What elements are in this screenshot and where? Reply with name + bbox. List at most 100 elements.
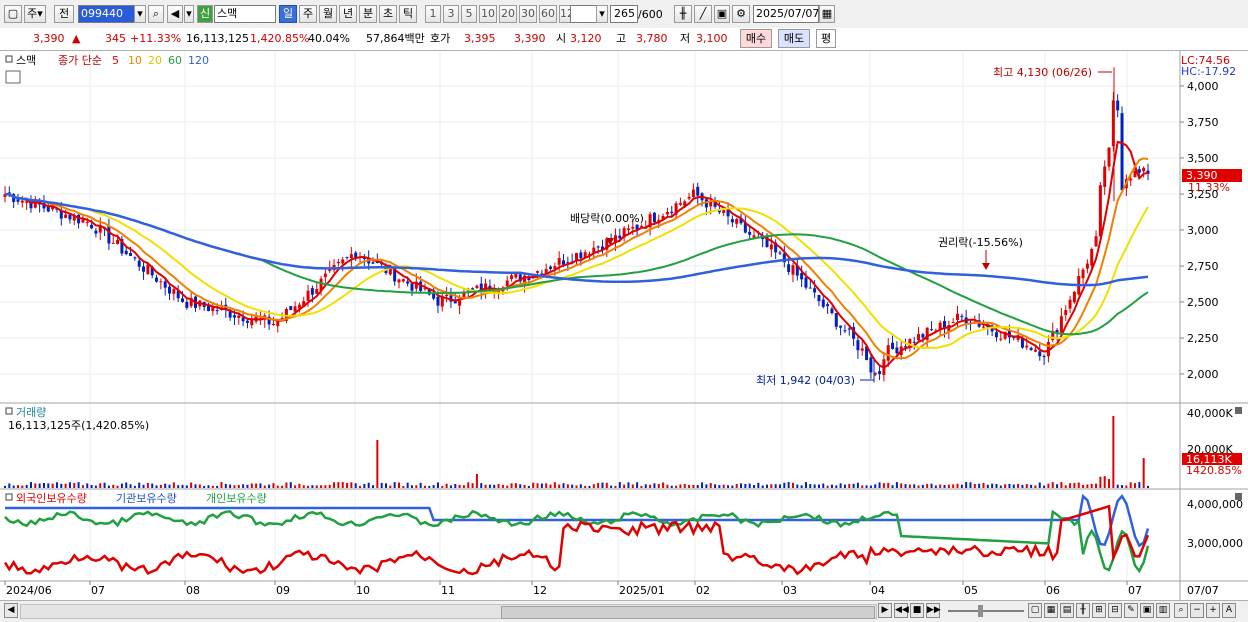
volume-bar	[1047, 483, 1050, 488]
volume-bar	[42, 483, 45, 488]
grid-toggle-icon[interactable]	[5, 70, 21, 84]
font-size-icon[interactable]: A	[1222, 603, 1236, 618]
candle-body	[930, 329, 934, 331]
count-input[interactable]: 265	[610, 5, 638, 23]
speaker-icon[interactable]: ◀	[167, 5, 183, 23]
zoom-slider-thumb[interactable]	[978, 605, 983, 617]
code-dropdown-icon[interactable]: ▾	[134, 5, 146, 23]
volume-bar	[211, 485, 214, 488]
tool-icon-3[interactable]: ⊟	[1108, 603, 1122, 618]
calendar-icon[interactable]: ▦	[819, 5, 835, 23]
volume-bar	[696, 484, 699, 488]
rewind-icon[interactable]: ◀◀	[894, 603, 909, 618]
holding-panel-icon[interactable]	[5, 493, 13, 501]
interval-tab-3[interactable]: 년	[339, 5, 357, 23]
minute-option-3[interactable]: 10	[479, 5, 497, 23]
minute-option-0[interactable]: 1	[425, 5, 441, 23]
candle-type-icon[interactable]: ╫	[674, 5, 692, 23]
x-tick-label: 05	[964, 584, 978, 597]
gear-icon[interactable]: ⚙	[732, 5, 750, 23]
chart-area[interactable]: 스맥 종가 단순 5 10 20 60 120 LC:74.56 HC:-17.…	[0, 51, 1248, 600]
candle-body	[856, 340, 860, 351]
y-tick-label: 20,000K	[1187, 443, 1233, 456]
layout-icon-2[interactable]: ▦	[1044, 603, 1058, 618]
minute-option-1[interactable]: 3	[443, 5, 459, 23]
magnifier-icon[interactable]: ⌕	[1174, 603, 1188, 618]
volume-bar	[943, 484, 946, 488]
volume-bar	[272, 483, 275, 488]
candle-body	[94, 230, 98, 234]
zoom-out-icon[interactable]: −	[1190, 603, 1204, 618]
play-icon[interactable]: ▶	[878, 603, 892, 618]
volume-bar	[1008, 483, 1011, 488]
scroll-thumb[interactable]	[501, 606, 875, 619]
tool-icon-1[interactable]: ╫	[1076, 603, 1090, 618]
draw-tool-icon[interactable]: ╱	[694, 5, 712, 23]
minute-option-6[interactable]: 60	[539, 5, 557, 23]
candle-body	[817, 294, 821, 302]
stock-name-field[interactable]: 스맥	[214, 5, 276, 23]
volume-bar	[367, 482, 370, 488]
volume-bar	[155, 485, 158, 488]
candle-body	[155, 277, 159, 282]
layout-icon-1[interactable]: ▢	[1028, 603, 1042, 618]
candle-body	[289, 306, 293, 311]
tool-icon-4[interactable]: ✎	[1124, 603, 1138, 618]
minute-option-4[interactable]: 20	[499, 5, 517, 23]
panel-icon[interactable]	[5, 55, 13, 63]
horizontal-scrollbar[interactable]	[20, 604, 877, 619]
interval-tab-2[interactable]: 월	[319, 5, 337, 23]
volume-bar	[133, 485, 136, 488]
candle-body	[85, 222, 89, 224]
volume-bar	[363, 484, 366, 488]
main-toolbar: ▢ 주▾ 전 099440 ▾ ⌕ ◀ ▾ 신 스맥 일 주 월 년 분 초 틱 1 3 5 10 2…	[0, 0, 1248, 29]
zoom-in-icon[interactable]: +	[1206, 603, 1220, 618]
volume-panel-icon[interactable]	[5, 407, 13, 415]
sell-button[interactable]: 매도	[778, 29, 810, 48]
interval-tab-1[interactable]: 주	[299, 5, 317, 23]
interval-tab-4[interactable]: 분	[359, 5, 377, 23]
volume-bar	[1138, 482, 1141, 488]
volume-close-icon[interactable]	[1235, 407, 1242, 414]
prev-button[interactable]: 전	[54, 5, 74, 23]
stock-code-input[interactable]: 099440	[78, 5, 136, 23]
volume-bar	[895, 482, 898, 488]
avg-button[interactable]: 평	[816, 29, 836, 48]
interval-tab-0[interactable]: 일	[279, 5, 297, 23]
interval-tab-6[interactable]: 틱	[399, 5, 417, 23]
speaker-dropdown-icon[interactable]: ▾	[184, 5, 194, 23]
candle-body	[912, 341, 916, 343]
fast-forward-icon[interactable]: ▶▶	[926, 603, 941, 618]
volume-bar	[172, 482, 175, 488]
volume-bar	[735, 484, 738, 488]
stop-icon[interactable]: ■	[910, 603, 924, 618]
tool-icon-5[interactable]: ▣	[1140, 603, 1154, 618]
minute-option-5[interactable]: 30	[519, 5, 537, 23]
scroll-left-icon[interactable]: ◀	[4, 603, 18, 618]
buy-button[interactable]: 매수	[740, 29, 772, 48]
volume-bar	[216, 485, 219, 488]
candle-body	[665, 212, 669, 215]
tool-icon-6[interactable]: ▥	[1156, 603, 1170, 618]
volume-bar	[640, 485, 643, 488]
zoom-slider[interactable]	[948, 605, 1024, 617]
search-icon[interactable]: ⌕	[148, 5, 164, 23]
candle-body	[181, 298, 185, 302]
candle-body	[237, 315, 241, 318]
interval-tab-5[interactable]: 초	[379, 5, 397, 23]
candle-body	[146, 264, 150, 275]
volume-bar	[1012, 484, 1015, 488]
candle-body	[821, 299, 825, 307]
period-dropdown[interactable]: 주▾	[24, 5, 46, 23]
minute-option-2[interactable]: 5	[461, 5, 477, 23]
volume-bar	[475, 474, 478, 488]
y-tick-label: 40,000K	[1187, 407, 1233, 420]
volume-bar	[986, 484, 989, 488]
tool-icon-2[interactable]: ⊞	[1092, 603, 1106, 618]
layout-icon-3[interactable]: ▤	[1060, 603, 1074, 618]
save-icon[interactable]: ▣	[714, 5, 730, 23]
volume-bar	[190, 482, 193, 488]
window-menu-icon[interactable]: ▢	[4, 5, 22, 23]
date-input[interactable]: 2025/07/07	[753, 5, 819, 23]
spare-dropdown-icon[interactable]: ▾	[596, 5, 608, 23]
